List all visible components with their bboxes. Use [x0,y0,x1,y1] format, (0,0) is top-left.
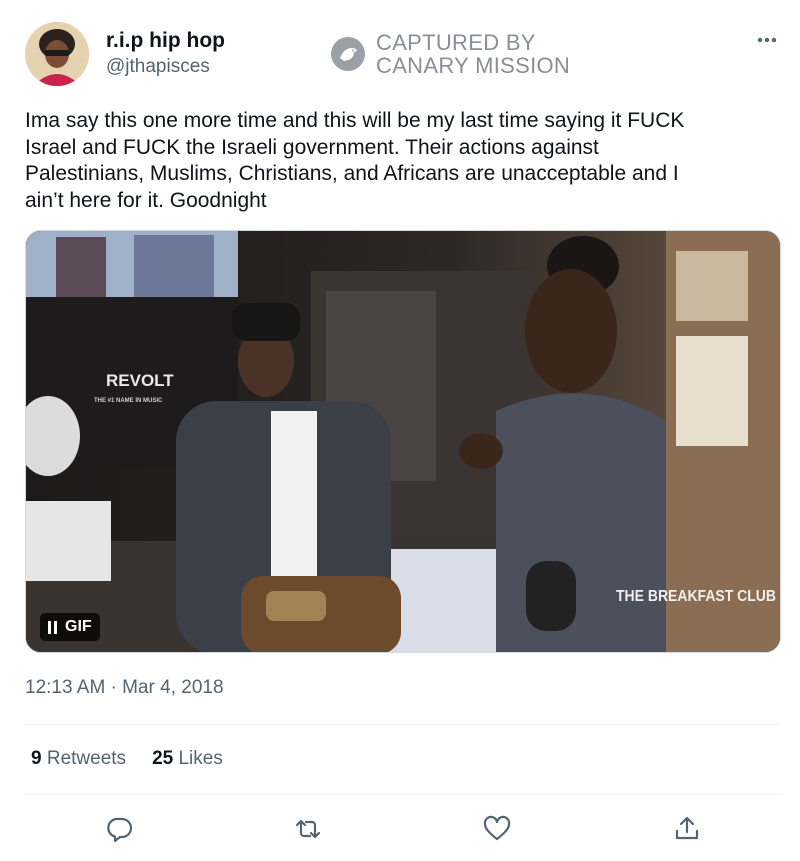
more-options-icon[interactable] [752,30,782,50]
divider [25,794,781,795]
like-icon[interactable] [482,814,512,844]
tweet-gif-media[interactable]: REVOLT THE #1 NAME IN MUSIC THE BREAKFAS… [25,230,781,653]
tweet-timestamp[interactable]: 12:13 AM · Mar 4, 2018 [25,677,224,699]
canary-bird-icon [331,37,365,71]
likes-count: 25 [152,748,174,769]
pause-icon [48,620,57,634]
watermark-line-1: CAPTURED BY [376,30,536,55]
divider [25,724,781,725]
retweets-label: Retweets [46,748,127,769]
likes-label: Likes [178,748,223,769]
watermark: CAPTURED BY CANARY MISSION [330,31,570,77]
breakfast-club-logo-text: THE BREAKFAST CLUB [616,588,776,605]
revolt-tagline-text: THE #1 NAME IN MUSIC [94,398,163,404]
likes-stat[interactable]: 25 Likes [152,748,223,770]
author-handle[interactable]: @jthapisces [106,56,210,78]
tweet-text: Ima say this one more time and this will… [25,109,685,212]
avatar[interactable] [25,22,89,86]
gif-badge-label: GIF [65,618,92,635]
retweets-count: 9 [31,748,42,769]
gif-pause-button[interactable]: GIF [40,613,100,641]
author-display-name[interactable]: r.i.p hip hop [106,29,225,53]
revolt-logo-text: REVOLT [106,371,174,390]
retweet-icon[interactable] [293,814,323,844]
reply-icon[interactable] [104,814,134,844]
watermark-line-2: CANARY MISSION [376,53,571,78]
tweet-actions [0,812,800,844]
engagement-stats: 9 Retweets 25 Likes [31,748,223,770]
retweets-stat[interactable]: 9 Retweets [31,748,126,770]
share-icon[interactable] [672,814,702,844]
